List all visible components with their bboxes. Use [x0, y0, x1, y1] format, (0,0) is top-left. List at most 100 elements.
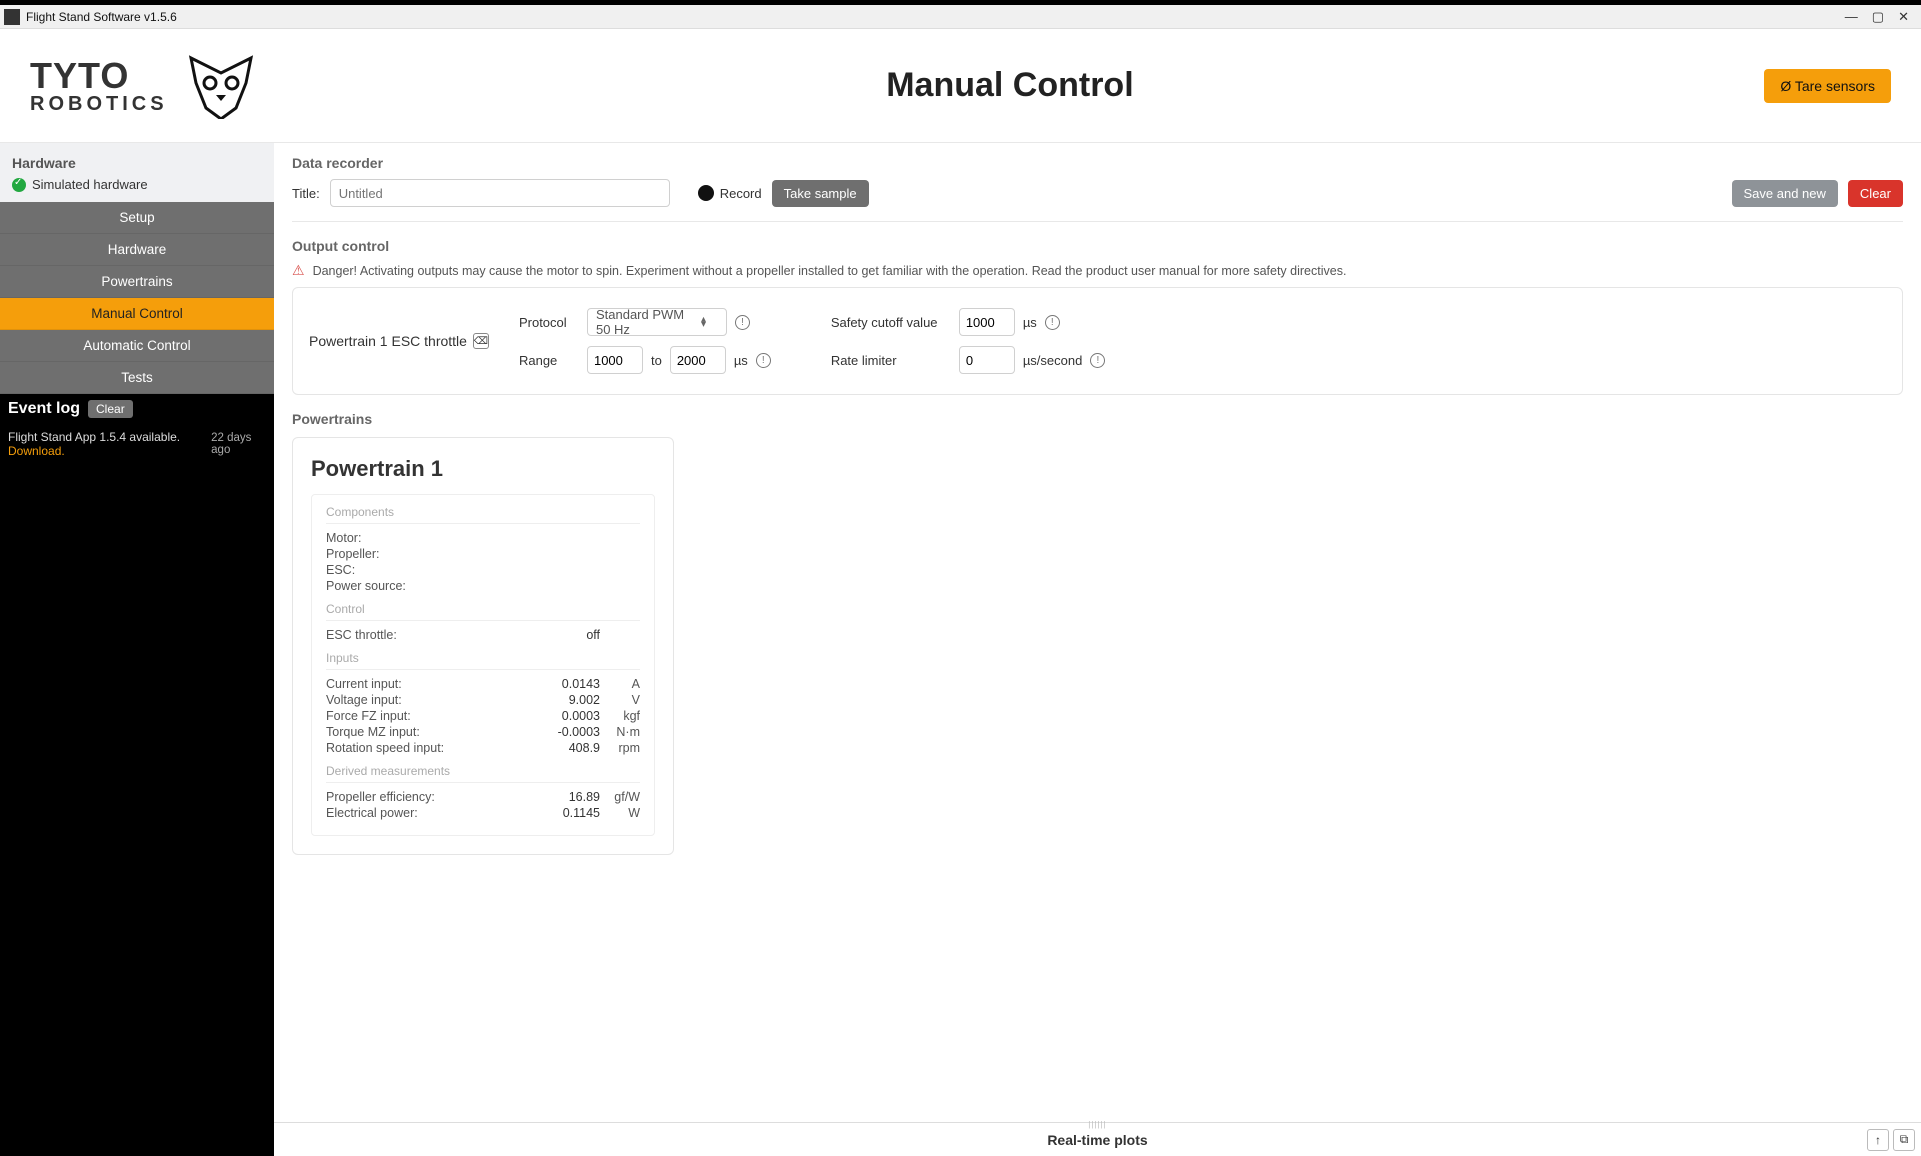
nav-hardware[interactable]: Hardware [0, 234, 274, 266]
kv-row: Current input:0.0143A [326, 676, 640, 692]
cutoff-unit: µs [1023, 315, 1037, 330]
app-icon [4, 9, 20, 25]
kv-value: 408.9 [540, 741, 600, 755]
save-and-new-button[interactable]: Save and new [1732, 180, 1838, 207]
cutoff-input[interactable] [959, 308, 1015, 336]
kv-row: Voltage input:9.002V [326, 692, 640, 708]
kv-value: 0.0003 [540, 709, 600, 723]
event-log-clear-button[interactable]: Clear [88, 400, 133, 418]
window-title: Flight Stand Software v1.5.6 [26, 10, 1845, 24]
info-icon[interactable]: ! [735, 315, 750, 330]
owl-icon [186, 53, 256, 119]
brand-sub: ROBOTICS [30, 94, 168, 114]
control-heading: Control [326, 602, 640, 621]
kv-key: Torque MZ input: [326, 725, 540, 739]
powertrains-section: Powertrains Powertrain 1 ComponentsMotor… [274, 399, 1921, 895]
kv-key: Force FZ input: [326, 709, 540, 723]
powertrain-card: Powertrain 1 ComponentsMotor:Propeller:E… [292, 437, 674, 855]
kv-unit: kgf [600, 709, 640, 723]
clear-button[interactable]: Clear [1848, 180, 1903, 207]
main: Data recorder Title: Record Take sample … [274, 143, 1921, 1156]
logo: TYTO ROBOTICS [30, 53, 256, 119]
info-icon[interactable]: ! [756, 353, 771, 368]
powertrain-esc-label: Powertrain 1 ESC throttle ⌫ [309, 333, 489, 349]
kv-key: Electrical power: [326, 806, 540, 820]
event-msg: Flight Stand App 1.5.4 available. [8, 430, 180, 444]
event-download-link[interactable]: Download. [8, 444, 65, 458]
window-chrome: Flight Stand Software v1.5.6 — ▢ ✕ [0, 5, 1921, 29]
kv-value: 0.0143 [540, 677, 600, 691]
rate-unit: µs/second [1023, 353, 1083, 368]
arrow-up-icon[interactable]: ↑ [1867, 1129, 1889, 1151]
data-recorder-heading: Data recorder [292, 155, 1903, 171]
bottom-bar[interactable]: |||||| Real-time plots ↑ ⧉ [274, 1122, 1921, 1156]
kv-row: Motor: [326, 530, 640, 546]
hardware-block: Hardware Simulated hardware [0, 143, 274, 202]
info-icon[interactable]: ! [1090, 353, 1105, 368]
tare-sensors-button[interactable]: Ø Tare sensors [1764, 69, 1891, 103]
nav-tests[interactable]: Tests [0, 362, 274, 394]
kv-value: 16.89 [540, 790, 600, 804]
kv-unit: W [600, 806, 640, 820]
record-control[interactable]: Record [698, 185, 762, 201]
kv-value: -0.0003 [540, 725, 600, 739]
kv-value: off [540, 628, 600, 642]
derived-heading: Derived measurements [326, 764, 640, 783]
protocol-select[interactable]: Standard PWM 50 Hz ▴▾ [587, 308, 727, 336]
info-icon[interactable]: ! [1045, 315, 1060, 330]
nav-automatic-control[interactable]: Automatic Control [0, 330, 274, 362]
output-control-heading: Output control [292, 238, 1903, 254]
kv-row: Torque MZ input:-0.0003N·m [326, 724, 640, 740]
kv-row: Force FZ input:0.0003kgf [326, 708, 640, 724]
close-icon[interactable]: ✕ [1898, 9, 1909, 25]
clear-throttle-icon[interactable]: ⌫ [473, 333, 489, 349]
kv-row: ESC throttle:off [326, 627, 640, 643]
kv-row: ESC: [326, 562, 640, 578]
kv-key: ESC: [326, 563, 540, 577]
kv-key: Voltage input: [326, 693, 540, 707]
event-log-heading: Event log [8, 400, 80, 418]
inputs-heading: Inputs [326, 651, 640, 670]
kv-row: Rotation speed input:408.9rpm [326, 740, 640, 756]
record-icon [698, 185, 714, 201]
grip-icon[interactable]: |||||| [1088, 1120, 1106, 1129]
range-to-input[interactable] [670, 346, 726, 374]
kv-value: 0.1145 [540, 806, 600, 820]
realtime-plots-title: Real-time plots [1047, 1132, 1147, 1148]
rate-input[interactable] [959, 346, 1015, 374]
hardware-status-text: Simulated hardware [32, 177, 148, 192]
kv-unit: A [600, 677, 640, 691]
output-control-section: Output control ⚠ Danger! Activating outp… [274, 226, 1921, 399]
record-label: Record [720, 186, 762, 201]
popout-icon[interactable]: ⧉ [1893, 1129, 1915, 1151]
output-card: Powertrain 1 ESC throttle ⌫ Protocol Sta… [292, 287, 1903, 395]
title-label: Title: [292, 186, 320, 201]
event-row: Flight Stand App 1.5.4 available. Downlo… [8, 430, 266, 458]
event-log: Flight Stand App 1.5.4 available. Downlo… [0, 424, 274, 1156]
kv-row: Electrical power:0.1145W [326, 805, 640, 821]
take-sample-button[interactable]: Take sample [772, 180, 869, 207]
nav-manual-control[interactable]: Manual Control [0, 298, 274, 330]
brand-name: TYTO [30, 58, 168, 94]
kv-key: Power source: [326, 579, 540, 593]
range-unit: µs [734, 353, 748, 368]
powertrain-card-title: Powertrain 1 [311, 456, 655, 482]
nav: Setup Hardware Powertrains Manual Contro… [0, 202, 274, 394]
kv-value: 9.002 [540, 693, 600, 707]
powertrains-heading: Powertrains [292, 411, 1903, 427]
page-title: Manual Control [256, 66, 1765, 105]
range-from-input[interactable] [587, 346, 643, 374]
nav-powertrains[interactable]: Powertrains [0, 266, 274, 298]
kv-key: Propeller efficiency: [326, 790, 540, 804]
title-input[interactable] [330, 179, 670, 207]
warning-text: Danger! Activating outputs may cause the… [313, 264, 1347, 278]
minimize-icon[interactable]: — [1845, 9, 1858, 25]
kv-key: Propeller: [326, 547, 540, 561]
header: TYTO ROBOTICS Manual Control Ø Tare sens… [0, 29, 1921, 143]
nav-setup[interactable]: Setup [0, 202, 274, 234]
maximize-icon[interactable]: ▢ [1872, 9, 1884, 25]
range-to-label: to [651, 353, 662, 368]
kv-key: Rotation speed input: [326, 741, 540, 755]
sidebar: Hardware Simulated hardware Setup Hardwa… [0, 143, 274, 1156]
kv-row: Power source: [326, 578, 640, 594]
